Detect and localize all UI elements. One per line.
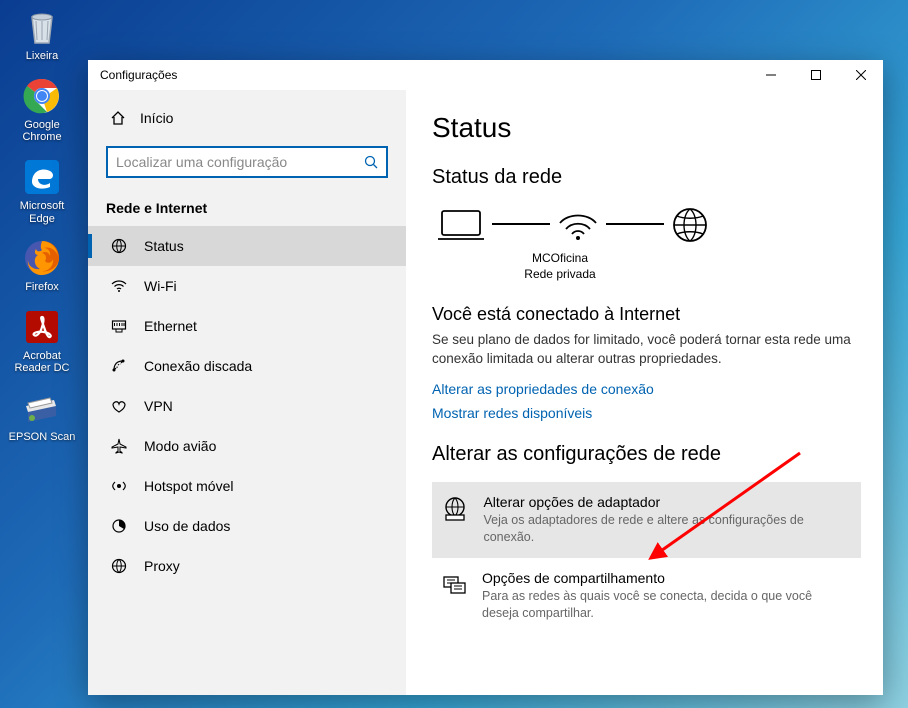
page-title: Status [432,112,861,144]
globe-icon [670,205,710,245]
status-icon [110,238,128,254]
wifi-icon [110,278,128,294]
sidebar-group-title: Rede e Internet [106,196,388,220]
adapter-icon [442,494,469,522]
desktop-icon-recyclebin[interactable]: Lixeira [6,6,78,63]
vpn-icon [110,398,128,414]
sidebar-item-vpn[interactable]: VPN [88,386,406,426]
sidebar-item-label: Modo avião [144,438,216,454]
network-type: Rede privada [432,267,688,283]
desktop-icon-label: Lixeira [6,50,78,63]
minimize-button[interactable] [748,60,793,90]
desktop-icon-edge[interactable]: Microsoft Edge [6,156,78,225]
hotspot-icon [110,478,128,494]
window-title: Configurações [100,68,177,82]
close-button[interactable] [838,60,883,90]
search-input-wrapper[interactable] [106,146,388,178]
firefox-icon [21,237,63,279]
sidebar-item-proxy[interactable]: Proxy [88,546,406,586]
desktop-icon-label: Google Chrome [6,119,78,144]
option-description: Veja os adaptadores de rede e altere as … [483,512,851,546]
acrobat-icon [21,306,63,348]
sharing-icon [442,570,468,598]
dialup-icon [110,358,128,374]
link-connection-properties[interactable]: Alterar as propriedades de conexão [432,381,861,397]
desktop-icon-label: EPSON Scan [6,431,78,444]
connected-description: Se seu plano de dados for limitado, você… [432,331,861,369]
network-caption: MCOficina Rede privada [432,251,688,282]
sidebar-item-label: Proxy [144,558,180,574]
scanner-icon [21,387,63,429]
section-heading-change-settings: Alterar as configurações de rede [432,443,861,466]
ethernet-icon [110,318,128,334]
sidebar-nav: Status Wi-Fi Ethernet Conexão discada [88,226,406,586]
proxy-icon [110,558,128,574]
option-title: Alterar opções de adaptador [483,494,851,510]
option-adapter-settings[interactable]: Alterar opções de adaptador Veja os adap… [432,482,861,558]
sidebar-item-label: Uso de dados [144,518,230,534]
maximize-button[interactable] [793,60,838,90]
network-diagram [432,205,861,245]
option-sharing-settings[interactable]: Opções de compartilhamento Para as redes… [432,558,861,634]
sidebar-item-dialup[interactable]: Conexão discada [88,346,406,386]
desktop-icon-label: Firefox [6,281,78,294]
option-description: Para as redes às quais você se conecta, … [482,588,851,622]
home-link[interactable]: Início [106,100,388,136]
network-name: MCOficina [432,251,688,267]
sidebar-item-label: Conexão discada [144,358,252,374]
sidebar-item-hotspot[interactable]: Hotspot móvel [88,466,406,506]
sidebar-item-wifi[interactable]: Wi-Fi [88,266,406,306]
device-icon [436,205,486,245]
chrome-icon [21,75,63,117]
sidebar-item-airplane[interactable]: Modo avião [88,426,406,466]
airplane-icon [110,438,128,454]
home-label: Início [140,110,173,126]
desktop-icon-acrobat[interactable]: Acrobat Reader DC [6,306,78,375]
desktop-icon-epson[interactable]: EPSON Scan [6,387,78,444]
desktop-icon-label: Microsoft Edge [6,200,78,225]
sidebar-item-status[interactable]: Status [88,226,406,266]
search-icon [364,155,378,169]
sidebar: Início Rede e Internet Status Wi-Fi [88,90,406,695]
sidebar-item-datausage[interactable]: Uso de dados [88,506,406,546]
sidebar-item-label: VPN [144,398,173,414]
wifi-network-icon [556,205,600,245]
sidebar-item-label: Hotspot móvel [144,478,233,494]
data-usage-icon [110,518,128,534]
option-title: Opções de compartilhamento [482,570,851,586]
desktop-icon-label: Acrobat Reader DC [6,350,78,375]
sidebar-item-label: Status [144,238,184,254]
desktop-icons: Lixeira Google Chrome Microsoft Edge Fir… [6,6,78,444]
home-icon [110,110,126,126]
edge-icon [21,156,63,198]
section-heading-network-status: Status da rede [432,166,861,189]
settings-window: Configurações Início Rede e Internet [88,60,883,695]
recycle-bin-icon [21,6,63,48]
desktop-icon-firefox[interactable]: Firefox [6,237,78,294]
titlebar: Configurações [88,60,883,90]
sidebar-item-label: Wi-Fi [144,278,177,294]
connected-heading: Você está conectado à Internet [432,304,861,325]
search-input[interactable] [116,154,364,170]
sidebar-item-label: Ethernet [144,318,197,334]
sidebar-item-ethernet[interactable]: Ethernet [88,306,406,346]
window-controls [748,60,883,90]
desktop-icon-chrome[interactable]: Google Chrome [6,75,78,144]
main-content: Status Status da rede MCOficina Rede pri… [406,90,883,695]
link-show-networks[interactable]: Mostrar redes disponíveis [432,405,861,421]
